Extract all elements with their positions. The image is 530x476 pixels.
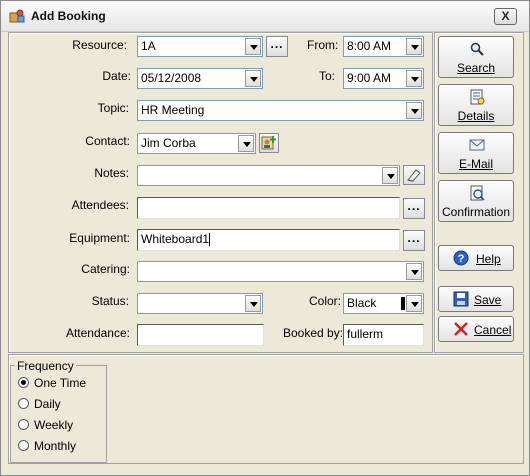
- contact-label: Contact:: [85, 134, 130, 148]
- chevron-down-icon[interactable]: [406, 38, 422, 55]
- close-icon: X: [501, 9, 510, 23]
- search-button[interactable]: Search: [438, 36, 514, 78]
- window-title: Add Booking: [31, 9, 106, 23]
- text-caret: [209, 233, 211, 247]
- eraser-icon: [407, 169, 421, 182]
- radio-daily[interactable]: [18, 398, 29, 409]
- search-button-label: Search: [456, 61, 496, 75]
- to-time-select[interactable]: 9:00 AM: [343, 68, 424, 89]
- booked-by-label: Booked by:: [283, 326, 344, 340]
- chevron-down-icon[interactable]: [245, 38, 261, 55]
- cancel-button[interactable]: Cancel: [438, 316, 514, 342]
- radio-daily-label[interactable]: Daily: [34, 397, 61, 411]
- search-icon: [470, 42, 484, 56]
- color-label: Color:: [309, 294, 342, 308]
- details-icon: [470, 89, 485, 105]
- notes-label: Notes:: [94, 166, 129, 180]
- date-picker[interactable]: 05/12/2008: [137, 68, 263, 89]
- cancel-icon: [454, 322, 468, 336]
- booked-by-value: fullerm: [347, 327, 384, 341]
- attendance-field[interactable]: [137, 324, 264, 346]
- topic-select[interactable]: HR Meeting: [137, 100, 424, 121]
- to-time-value: 9:00 AM: [347, 71, 392, 85]
- cancel-button-label: Cancel: [474, 323, 512, 337]
- status-label: Status:: [91, 294, 129, 308]
- date-label: Date:: [102, 69, 131, 83]
- help-button[interactable]: ? Help: [438, 245, 514, 271]
- save-button[interactable]: Save: [438, 286, 514, 312]
- contact-select[interactable]: Jim Corba: [137, 133, 256, 154]
- catering-select[interactable]: [137, 261, 424, 282]
- notes-select[interactable]: [137, 165, 400, 186]
- from-time-value: 8:00 AM: [347, 39, 392, 53]
- details-button-label: Details: [457, 109, 495, 123]
- title-bar: Add Booking X: [1, 1, 529, 32]
- attendees-label: Attendees:: [71, 198, 129, 212]
- save-icon: [453, 291, 469, 307]
- radio-weekly[interactable]: [18, 419, 29, 430]
- email-button[interactable]: E-Mail: [438, 132, 514, 174]
- chevron-down-icon[interactable]: [406, 263, 422, 280]
- save-button-label: Save: [474, 293, 502, 307]
- chevron-down-icon[interactable]: [406, 295, 422, 312]
- add-booking-window: Add Booking X Resource: 1A ... From: 8:0…: [0, 0, 530, 476]
- color-swatch: [401, 297, 405, 310]
- status-select[interactable]: [137, 293, 263, 314]
- resource-label: Resource:: [72, 38, 127, 52]
- attendance-label: Attendance:: [65, 326, 130, 340]
- confirmation-button-label: Confirmation: [441, 205, 511, 219]
- date-value: 05/12/2008: [141, 71, 202, 85]
- from-time-select[interactable]: 8:00 AM: [343, 36, 424, 57]
- app-icon: [9, 9, 25, 23]
- resource-select[interactable]: 1A: [137, 36, 263, 57]
- add-contact-button[interactable]: [259, 133, 279, 153]
- topic-value: HR Meeting: [141, 103, 205, 117]
- resource-value: 1A: [141, 39, 156, 53]
- svg-text:?: ?: [458, 253, 465, 265]
- color-select[interactable]: Black: [343, 293, 424, 314]
- chevron-down-icon[interactable]: [238, 135, 254, 152]
- details-button[interactable]: Details: [438, 84, 514, 126]
- topic-label: Topic:: [97, 101, 129, 115]
- email-icon: [469, 139, 485, 151]
- frequency-legend: Frequency: [15, 359, 76, 373]
- equipment-browse-button[interactable]: ...: [403, 230, 425, 251]
- from-label: From:: [307, 38, 339, 52]
- clear-notes-button[interactable]: [403, 165, 425, 185]
- equipment-label: Equipment:: [69, 231, 130, 245]
- equipment-field[interactable]: Whiteboard1: [137, 229, 400, 251]
- to-label: To:: [319, 69, 336, 83]
- confirmation-icon: [470, 185, 485, 201]
- chevron-down-icon[interactable]: [406, 70, 422, 87]
- radio-one-time-label[interactable]: One Time: [34, 376, 86, 390]
- contact-value: Jim Corba: [141, 136, 196, 150]
- email-button-label: E-Mail: [458, 157, 493, 171]
- attendees-browse-button[interactable]: ...: [403, 198, 425, 219]
- add-contact-icon: [261, 136, 276, 150]
- resource-browse-button[interactable]: ...: [266, 36, 288, 57]
- confirmation-button[interactable]: Confirmation: [438, 180, 514, 222]
- radio-monthly[interactable]: [18, 440, 29, 451]
- chevron-down-icon[interactable]: [382, 167, 398, 184]
- close-button[interactable]: X: [494, 8, 517, 25]
- chevron-down-icon[interactable]: [245, 70, 261, 87]
- color-value: Black: [347, 296, 377, 310]
- radio-monthly-label[interactable]: Monthly: [34, 439, 76, 453]
- chevron-down-icon[interactable]: [406, 102, 422, 119]
- catering-label: Catering:: [81, 262, 130, 276]
- radio-one-time[interactable]: [18, 377, 29, 388]
- help-icon: ?: [453, 250, 469, 266]
- chevron-down-icon[interactable]: [245, 295, 261, 312]
- booked-by-field[interactable]: fullerm: [343, 324, 424, 346]
- attendees-field[interactable]: [137, 197, 400, 219]
- equipment-value: Whiteboard1: [141, 232, 210, 246]
- help-button-label: Help: [476, 252, 501, 266]
- radio-weekly-label[interactable]: Weekly: [34, 418, 73, 432]
